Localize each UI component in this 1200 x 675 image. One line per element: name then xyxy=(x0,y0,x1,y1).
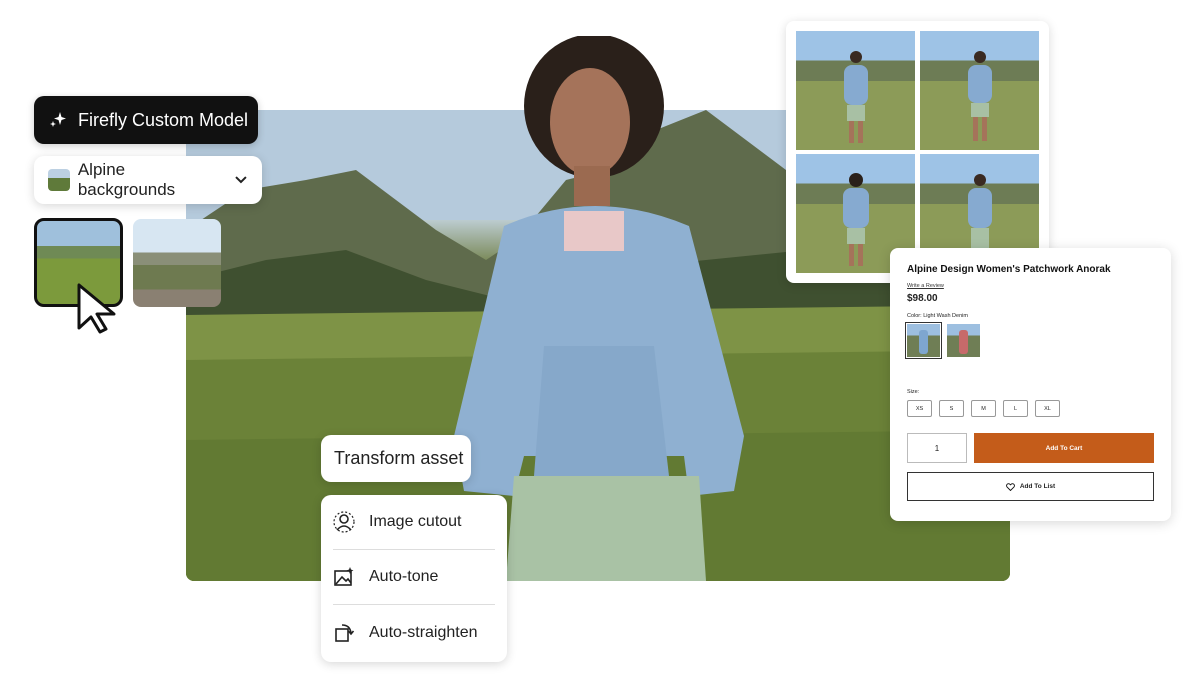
transform-asset-label: Transform asset xyxy=(334,448,464,468)
product-title: Alpine Design Women's Patchwork Anorak xyxy=(907,264,1111,275)
color-label: Color: Light Wash Denim xyxy=(907,313,968,319)
auto-straighten-label: Auto-straighten xyxy=(369,623,478,641)
marketing-composite: Firefly Custom Model Alpine backgrounds … xyxy=(0,0,1200,675)
chevron-down-icon xyxy=(235,176,247,184)
background-style-value: Alpine backgrounds xyxy=(77,160,176,199)
auto-tone-icon xyxy=(334,567,354,586)
size-option[interactable]: XL xyxy=(1035,400,1060,417)
menu-item-auto-tone[interactable]: Auto-tone xyxy=(333,550,495,605)
add-to-list-button[interactable]: Add To List xyxy=(907,472,1154,501)
auto-straighten-icon xyxy=(335,623,355,642)
auto-tone-label: Auto-tone xyxy=(369,568,439,585)
size-option[interactable]: S xyxy=(939,400,964,417)
heart-icon xyxy=(1005,482,1015,491)
product-price: $98.00 xyxy=(907,293,938,304)
image-cutout-icon xyxy=(333,511,355,533)
menu-item-auto-straighten[interactable]: Auto-straighten xyxy=(333,605,495,660)
mouse-pointer-icon xyxy=(77,283,116,334)
transform-menu: Image cutout Auto-tone Auto-straighten xyxy=(321,495,507,662)
write-review-link[interactable]: Write a Review xyxy=(907,283,1154,289)
color-swatch-light-wash[interactable] xyxy=(905,322,942,359)
background-style-select[interactable]: Alpine backgrounds xyxy=(34,156,262,204)
color-swatch-alt[interactable] xyxy=(947,324,980,357)
generated-image-2[interactable] xyxy=(920,31,1039,150)
cart-row: 1 Add To Cart xyxy=(907,433,1154,463)
menu-item-image-cutout[interactable]: Image cutout xyxy=(333,495,495,550)
firefly-custom-model-button[interactable]: Firefly Custom Model xyxy=(34,96,258,144)
color-swatches xyxy=(905,322,1154,359)
size-label: Size: xyxy=(907,389,920,395)
sparkle-icon xyxy=(50,112,66,127)
add-to-cart-button[interactable]: Add To Cart xyxy=(974,433,1154,463)
alpine-thumbnail xyxy=(48,169,70,191)
background-option[interactable] xyxy=(133,219,221,307)
size-options: XS S M L XL xyxy=(907,400,1154,417)
size-option[interactable]: M xyxy=(971,400,996,417)
size-option[interactable]: L xyxy=(1003,400,1028,417)
image-cutout-label: Image cutout xyxy=(369,513,462,530)
generated-images-grid xyxy=(786,21,1049,283)
size-option[interactable]: XS xyxy=(907,400,932,417)
product-detail-card: Alpine Design Women's Patchwork Anorak W… xyxy=(890,248,1171,521)
quantity-input[interactable]: 1 xyxy=(907,433,967,463)
transform-asset-button[interactable]: Transform asset xyxy=(321,435,471,482)
add-to-list-label: Add To List xyxy=(1019,483,1056,490)
generated-image-1[interactable] xyxy=(796,31,915,150)
firefly-custom-model-label: Firefly Custom Model xyxy=(78,109,249,130)
